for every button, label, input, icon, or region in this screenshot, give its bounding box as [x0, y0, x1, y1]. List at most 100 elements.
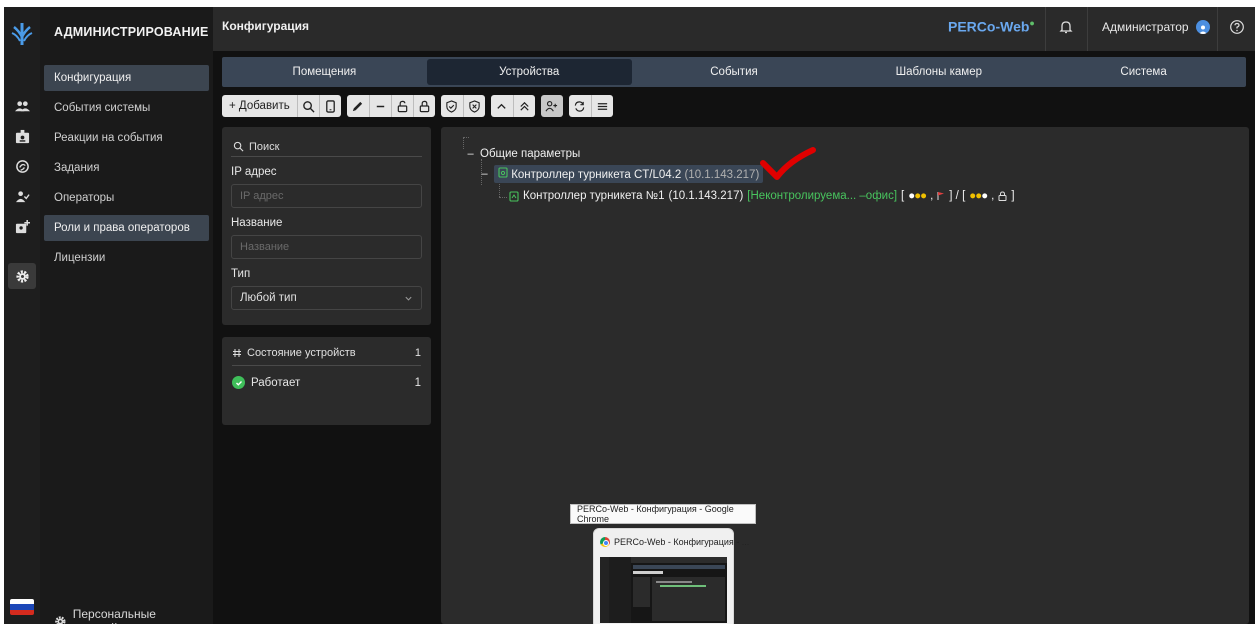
- controller-name: Контроллер турникета CT/L04.2: [511, 169, 682, 181]
- chevrons-up-icon: [520, 101, 529, 111]
- type-label: Тип: [231, 268, 251, 280]
- chrome-icon: [600, 537, 610, 547]
- search-button[interactable]: [296, 95, 319, 117]
- sidebar-item-configuration[interactable]: Конфигурация: [44, 65, 209, 91]
- refresh-button[interactable]: [569, 95, 591, 117]
- user-plus-icon: [545, 100, 558, 111]
- users-icon[interactable]: [8, 93, 36, 119]
- taskbar-preview[interactable]: PERCo-Web - Конфигурация - ...: [593, 528, 749, 624]
- status-dots-icon: ●●●: [908, 190, 927, 202]
- tab-system[interactable]: Система: [1041, 57, 1246, 87]
- tree-node-controller[interactable]: – Контроллер турникета CT/L04.2 (10.1.14…: [479, 165, 764, 183]
- user-check-icon[interactable]: [8, 183, 36, 209]
- sidebar-item-system-events[interactable]: События системы: [44, 95, 209, 121]
- help-icon[interactable]: [1229, 19, 1245, 35]
- face-icon[interactable]: [8, 153, 36, 179]
- sidebar-menu: Конфигурация События системы Реакции на …: [40, 65, 213, 275]
- selected-node[interactable]: Контроллер турникета CT/L04.2 (10.1.143.…: [494, 165, 764, 183]
- top-bar: Конфигурация PERCo-Web● Администратор: [213, 7, 1255, 51]
- turnstile-name: Контроллер турникета №1: [523, 190, 665, 202]
- badge-add-icon[interactable]: [8, 213, 36, 239]
- tab-devices[interactable]: Устройства: [426, 59, 632, 85]
- sidebar-item-event-reactions[interactable]: Реакции на события: [44, 125, 209, 151]
- pencil-icon: [353, 101, 363, 111]
- bell-icon[interactable]: [1058, 19, 1074, 35]
- minus-icon: [376, 105, 384, 107]
- device-status-panel: Состояние устройств 1 Работает 1: [222, 337, 431, 425]
- divider: [1217, 7, 1218, 51]
- lock-button[interactable]: [412, 95, 435, 117]
- edit-button[interactable]: [347, 95, 369, 117]
- filter-search-header[interactable]: Поиск: [231, 137, 422, 157]
- device-button[interactable]: [318, 95, 341, 117]
- gear-icon[interactable]: [8, 263, 36, 289]
- disarm-button[interactable]: [462, 95, 485, 117]
- brand-logo: PERCo-Web●: [948, 18, 1035, 35]
- type-select[interactable]: Любой тип: [231, 286, 422, 310]
- user-name: Администратор: [1102, 20, 1189, 34]
- turnstile-zone: [Неконтролируема... –офис]: [747, 190, 898, 202]
- hash-icon: [233, 349, 241, 357]
- sidebar-header: АДМИНИСТРИРОВАНИЕ: [54, 25, 209, 39]
- unlock-button[interactable]: [390, 95, 413, 117]
- divider: [1087, 7, 1088, 51]
- taskbar-tooltip: PERCo-Web - Конфигурация - Google Chrome: [570, 504, 756, 524]
- toolbar-group-move: [490, 95, 535, 117]
- tab-events[interactable]: События: [632, 57, 837, 87]
- lock-icon: [998, 191, 1007, 201]
- checkmark-annotation-icon: [760, 147, 816, 180]
- turnstile-ip: (10.1.143.217): [668, 190, 744, 202]
- chevron-down-icon: [405, 296, 412, 301]
- add-button[interactable]: + Добавить: [222, 95, 297, 117]
- russian-flag-icon[interactable]: [10, 599, 34, 615]
- search-icon: [302, 100, 315, 113]
- ip-label: IP адрес: [231, 166, 277, 178]
- page-title: Конфигурация: [222, 19, 310, 33]
- ip-input[interactable]: [231, 184, 422, 208]
- move-up-button[interactable]: [491, 95, 513, 117]
- controller-icon: [498, 167, 508, 178]
- status-row[interactable]: Работает 1: [232, 376, 421, 389]
- tab-rooms[interactable]: Помещения: [222, 57, 427, 87]
- add-access-button[interactable]: [541, 95, 563, 117]
- avatar: [1195, 20, 1210, 34]
- tree-node-turnstile[interactable]: Контроллер турникета №1 (10.1.143.217) […: [509, 190, 1015, 202]
- sidebar-item-tasks[interactable]: Задания: [44, 155, 209, 181]
- collapse-icon[interactable]: –: [479, 168, 490, 180]
- icon-rail: [4, 7, 40, 624]
- gear-icon: [55, 615, 66, 624]
- separator-text: ,: [930, 190, 934, 202]
- menu-button[interactable]: [590, 95, 613, 117]
- name-input[interactable]: [231, 235, 422, 259]
- sidebar-item-licenses[interactable]: Лицензии: [44, 245, 209, 271]
- collapse-icon[interactable]: –: [465, 148, 476, 160]
- remove-button[interactable]: [368, 95, 391, 117]
- sidebar-item-operators[interactable]: Операторы: [44, 185, 209, 211]
- filter-panel: Поиск IP адрес Название Тип Любой тип: [222, 127, 431, 325]
- sidebar-item-roles[interactable]: Роли и права операторов: [44, 215, 209, 241]
- device-status-total: 1: [414, 347, 421, 359]
- tab-camera-templates[interactable]: Шаблоны камер: [836, 57, 1041, 87]
- separator-text: ,: [991, 190, 995, 202]
- personal-settings-link[interactable]: Персональные настройки: [54, 607, 213, 624]
- arm-button[interactable]: [441, 95, 463, 117]
- device-status-title: Состояние устройств: [247, 347, 356, 359]
- perco-logo-icon[interactable]: [10, 19, 34, 47]
- turnstile-status-b-close: ]: [1011, 190, 1015, 202]
- name-label: Название: [231, 217, 283, 229]
- brand-name: PERCo-Web: [948, 18, 1030, 35]
- move-top-button[interactable]: [512, 95, 535, 117]
- user-menu[interactable]: Администратор: [1102, 20, 1210, 34]
- id-card-icon[interactable]: [8, 123, 36, 149]
- refresh-icon: [574, 100, 585, 112]
- unlock-icon: [397, 100, 408, 112]
- tree-node-root[interactable]: – Общие параметры: [465, 148, 580, 160]
- preview-thumbnail: [600, 557, 727, 623]
- device-status-header[interactable]: Состояние устройств 1: [232, 347, 421, 366]
- sidebar: АДМИНИСТРИРОВАНИЕ Конфигурация События с…: [40, 7, 213, 624]
- lock-icon: [419, 100, 430, 112]
- check-circle-icon: [232, 376, 245, 389]
- chevron-up-icon: [497, 103, 506, 109]
- menu-icon: [597, 102, 607, 110]
- personal-settings-label: Персональные настройки: [72, 607, 156, 624]
